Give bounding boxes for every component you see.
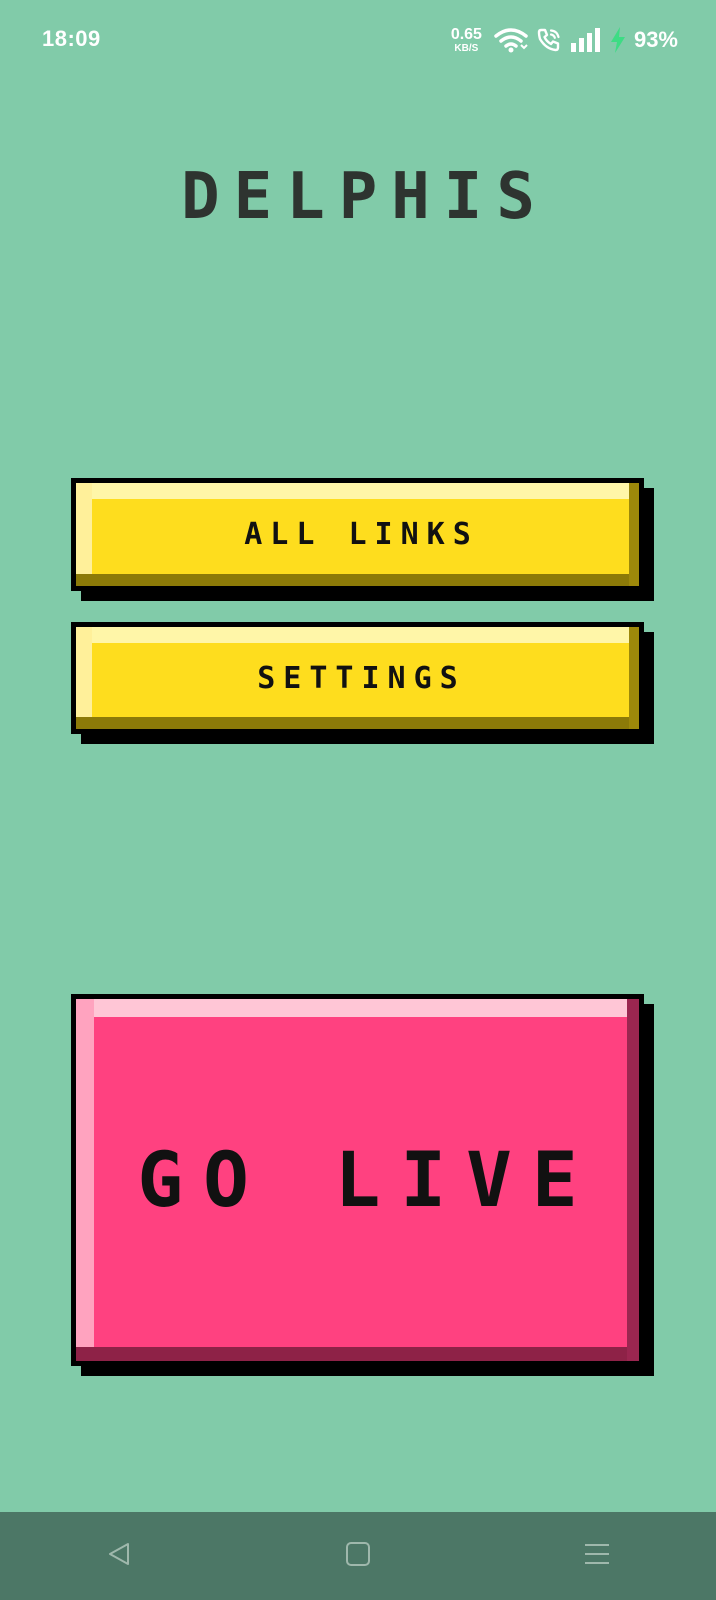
- wifi-icon: [494, 27, 528, 53]
- button-shade: [629, 483, 639, 586]
- button-shade: [629, 627, 639, 729]
- button-highlight: [76, 483, 92, 576]
- back-icon: [106, 1541, 132, 1571]
- status-icons: 0.65 KB/S 93%: [451, 24, 678, 56]
- wifi-calling-icon: [536, 27, 562, 53]
- navigation-bar: [0, 1512, 716, 1600]
- all-links-label: ALL LINKS: [244, 517, 479, 552]
- battery-percent: 93%: [633, 27, 678, 52]
- status-time: 18:09: [42, 26, 101, 51]
- nav-home-button[interactable]: [298, 1512, 418, 1600]
- button-highlight: [76, 483, 629, 499]
- button-highlight: [76, 999, 627, 1017]
- network-speed: 0.65 KB/S: [450, 25, 482, 54]
- home-icon: [345, 1541, 371, 1571]
- button-highlight: [76, 627, 629, 643]
- button-shade: [76, 717, 639, 729]
- recents-icon: [584, 1541, 610, 1571]
- signal-icon: [570, 28, 602, 52]
- network-speed-value: 0.65: [450, 25, 482, 43]
- button-highlight: [76, 999, 94, 1349]
- button-highlight: [76, 627, 92, 719]
- settings-label: SETTINGS: [257, 660, 466, 696]
- nav-recents-button[interactable]: [537, 1512, 657, 1600]
- nav-back-button[interactable]: [59, 1512, 179, 1600]
- button-shade: [76, 574, 639, 586]
- charging-bolt-icon: [610, 27, 626, 53]
- app-title: DELPHIS: [181, 160, 549, 234]
- go-live-label: GO LIVE: [137, 1134, 598, 1224]
- status-bar: 18:09 0.65 KB/S 93%: [0, 0, 716, 84]
- button-shade: [627, 999, 639, 1361]
- settings-button[interactable]: SETTINGS: [71, 622, 644, 734]
- all-links-button[interactable]: ALL LINKS: [71, 478, 644, 591]
- go-live-button[interactable]: GO LIVE: [71, 994, 644, 1366]
- network-speed-unit: KB/S: [454, 42, 479, 54]
- button-shade: [76, 1347, 639, 1361]
